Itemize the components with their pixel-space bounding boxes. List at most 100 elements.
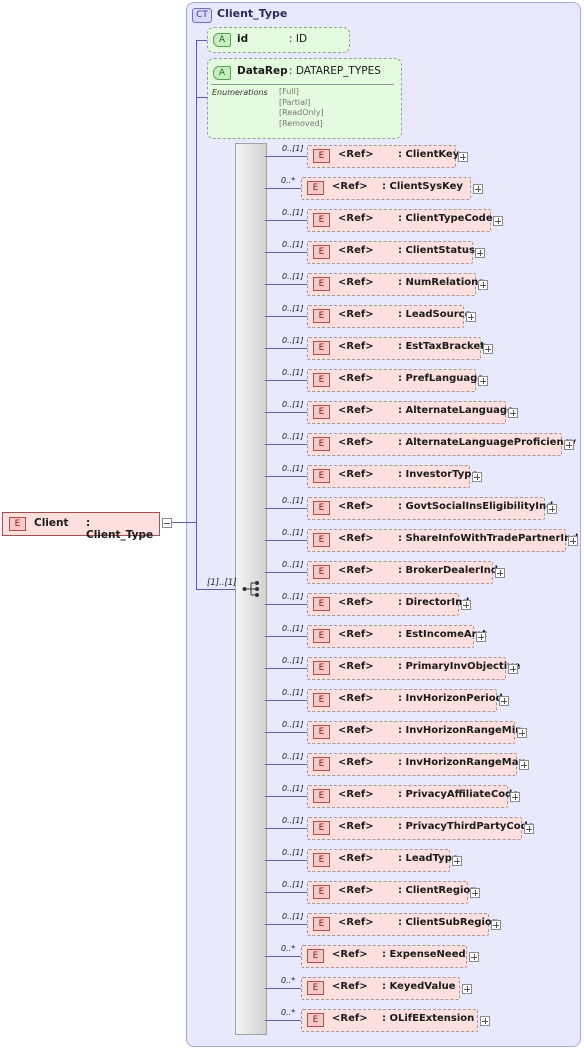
element-cardinality: 0..[1] [282, 560, 304, 569]
connector-line [265, 956, 301, 957]
element-numrelations[interactable]: E <Ref>: NumRelations [307, 273, 484, 296]
element-icon: E [313, 533, 330, 547]
element-preflanguage[interactable]: E <Ref>: PrefLanguage [307, 369, 484, 392]
element-icon: E [313, 757, 330, 771]
expand-icon[interactable] [478, 376, 488, 386]
expand-icon[interactable] [470, 888, 480, 898]
expand-icon[interactable] [473, 184, 483, 194]
attribute-id[interactable]: A id : ID [207, 27, 350, 53]
element-olifeextension[interactable]: E <Ref>: OLifEExtension [301, 1009, 478, 1032]
element-cardinality: 0..[1] [282, 752, 304, 761]
element-clienttypecode[interactable]: E <Ref>: ClientTypeCode [307, 209, 493, 232]
element-invhorizonrangemax[interactable]: E <Ref>: InvHorizonRangeMax [307, 753, 525, 776]
expand-icon[interactable] [483, 344, 493, 354]
expand-icon[interactable] [472, 472, 482, 482]
element-icon: E [307, 949, 324, 963]
connector-line [265, 316, 307, 317]
element-leadsource[interactable]: E <Ref>: LeadSource [307, 305, 471, 328]
root-element-client[interactable]: E Client : Client_Type [2, 512, 160, 541]
connector-line [265, 220, 307, 221]
expand-icon[interactable] [499, 696, 509, 706]
element-keyedvalue[interactable]: E <Ref>: KeyedValue [301, 977, 460, 1000]
expand-icon[interactable] [517, 728, 527, 738]
element-name: : NumRelations [398, 277, 485, 288]
element-clientstatus[interactable]: E <Ref>: ClientStatus [307, 241, 475, 264]
connector-line [265, 732, 307, 733]
element-invhorizonrangemin[interactable]: E <Ref>: InvHorizonRangeMin [307, 721, 522, 744]
element-icon: E [313, 853, 330, 867]
element-icon: E [313, 309, 330, 323]
connector-line [172, 522, 196, 523]
element-primaryinvobjective[interactable]: E <Ref>: PrimaryInvObjective [307, 657, 520, 680]
connector-line [265, 892, 307, 893]
element-ref: <Ref> [338, 245, 374, 256]
element-name: : ClientSubRegion [398, 917, 499, 928]
element-leadtype[interactable]: E <Ref>: LeadType [307, 849, 459, 872]
enumerations-label: Enumerations [212, 88, 268, 97]
expand-icon[interactable] [475, 248, 485, 258]
root-element-name: Client [34, 517, 69, 529]
expand-icon[interactable] [478, 280, 488, 290]
expand-icon[interactable] [547, 504, 557, 514]
element-invhorizonperiod[interactable]: E <Ref>: InvHorizonPeriod [307, 689, 503, 712]
element-cardinality: 0..[1] [282, 816, 304, 825]
element-brokerdealerind[interactable]: E <Ref>: BrokerDealerInd [307, 561, 498, 584]
element-icon: E [307, 181, 324, 195]
expand-icon[interactable] [491, 920, 501, 930]
element-estincomeamt[interactable]: E <Ref>: EstIncomeAmt [307, 625, 487, 648]
element-privacythirdpartycode[interactable]: E <Ref>: PrivacyThirdPartyCode [307, 817, 535, 840]
expand-icon[interactable] [508, 664, 518, 674]
root-element-type: : Client_Type [86, 517, 154, 541]
attribute-datarep[interactable]: A DataRep : DATAREP_TYPES Enumerations [… [207, 58, 402, 139]
complex-type-title: Client_Type [217, 7, 288, 20]
element-icon: E [313, 725, 330, 739]
expand-icon[interactable] [469, 952, 479, 962]
element-cardinality: 0..[1] [282, 336, 304, 345]
element-clientsyskey[interactable]: E <Ref>: ClientSysKey [301, 177, 471, 200]
expand-icon[interactable] [458, 152, 468, 162]
expand-icon[interactable] [519, 760, 529, 770]
element-name: : ClientRegion [398, 885, 478, 896]
expand-icon[interactable] [462, 984, 472, 994]
expand-icon[interactable] [495, 568, 505, 578]
element-cardinality: 0..[1] [282, 720, 304, 729]
element-cardinality: 0..[1] [282, 304, 304, 313]
connector-line [265, 572, 307, 573]
expand-icon[interactable] [480, 1016, 490, 1026]
element-govtsocialinseligibilityind[interactable]: E <Ref>: GovtSocialInsEligibilityInd [307, 497, 553, 520]
expand-icon[interactable] [508, 408, 518, 418]
element-clientkey[interactable]: E <Ref>: ClientKey [307, 145, 459, 168]
expand-icon[interactable] [564, 440, 574, 450]
element-cardinality: 0..* [281, 176, 296, 185]
element-expenseneed[interactable]: E <Ref>: ExpenseNeed [301, 945, 467, 968]
element-clientregion[interactable]: E <Ref>: ClientRegion [307, 881, 477, 904]
element-icon: E [313, 789, 330, 803]
element-cardinality: 0..[1] [282, 848, 304, 857]
expand-icon[interactable] [466, 312, 476, 322]
sequence-icon[interactable] [242, 580, 260, 598]
element-directorind[interactable]: E <Ref>: DirectorInd [307, 593, 469, 616]
expand-icon[interactable] [568, 536, 578, 546]
element-shareinfowithtradepartnerind[interactable]: E <Ref>: ShareInfoWithTradePartnerInd [307, 529, 578, 552]
element-alternatelanguage[interactable]: E <Ref>: AlternateLanguage [307, 401, 514, 424]
element-name: : ClientStatus [398, 245, 475, 256]
element-clientsubregion[interactable]: E <Ref>: ClientSubRegion [307, 913, 499, 936]
element-alternatelanguageproficiency[interactable]: E <Ref>: AlternateLanguageProficiency [307, 433, 576, 456]
element-ref: <Ref> [338, 149, 374, 160]
expand-icon[interactable] [452, 856, 462, 866]
element-privacyaffiliatecode[interactable]: E <Ref>: PrivacyAffiliateCode [307, 785, 519, 808]
element-icon: E [313, 565, 330, 579]
expand-icon[interactable] [461, 600, 471, 610]
element-ref: <Ref> [338, 693, 374, 704]
expand-icon[interactable] [493, 216, 503, 226]
expand-icon[interactable] [510, 792, 520, 802]
enumeration-value: [ReadOnly] [279, 108, 324, 117]
expand-icon[interactable] [524, 824, 534, 834]
expand-icon[interactable] [476, 632, 486, 642]
collapse-toggle[interactable] [162, 518, 172, 528]
element-name: : InvHorizonRangeMax [398, 757, 525, 768]
element-investortype[interactable]: E <Ref>: InvestorType [307, 465, 478, 488]
enumeration-value: [Full] [279, 87, 299, 96]
element-esttaxbracket[interactable]: E <Ref>: EstTaxBracket [307, 337, 485, 360]
connector-line [265, 988, 301, 989]
